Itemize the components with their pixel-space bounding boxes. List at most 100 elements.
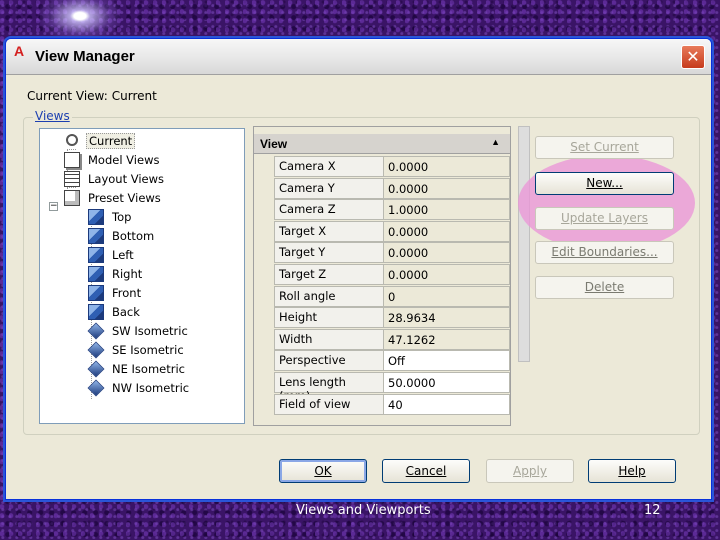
property-value[interactable]: Off [384,350,510,372]
property-row[interactable]: Height 28.9634 [274,307,510,329]
property-key: Camera X [274,156,384,177]
property-row[interactable]: Target Z 0.0000 [274,264,510,285]
cube-icon [88,285,104,301]
properties-category-label: View [260,137,288,151]
properties-scrollbar[interactable] [518,126,530,362]
tree-item-ne-isometric[interactable]: NE Isometric [87,360,187,378]
tree-item-label: SW Isometric [112,324,188,338]
close-button[interactable]: ✕ [681,45,705,69]
property-row[interactable]: Lens length (mm)50.0000 [274,372,510,403]
collapse-arrow-icon[interactable]: ▲ [491,137,500,147]
property-key: Target Y [274,242,384,264]
tree-item-label: SE Isometric [112,343,184,357]
tree-item-back[interactable]: Back [88,303,142,321]
tree-item-current[interactable]: Current [64,132,136,150]
property-row[interactable]: Field of view 40 [274,393,510,415]
property-row[interactable]: Target X 0.0000 [274,220,510,242]
tree-item-right[interactable]: Right [88,265,144,283]
property-value[interactable]: 28.9634 [384,307,510,329]
tree-item-layout-views[interactable]: Layout Views [64,170,166,188]
property-key: Target X [274,220,384,242]
cube-icon [88,304,104,320]
property-row[interactable]: Width 47.1262 [274,328,510,350]
cancel-button[interactable]: Cancel [382,459,470,483]
tree-item-label: Back [112,305,140,319]
layout-views-icon [64,171,80,187]
set-current-button[interactable]: Set Current [535,136,674,159]
help-button[interactable]: Help [588,459,676,483]
tree-item-label: NE Isometric [112,362,185,376]
property-value[interactable]: 0.0000 [384,264,510,285]
tree-item-label: Layout Views [88,172,165,186]
property-value[interactable]: 50.0000 [384,372,510,393]
model-views-icon [64,152,80,168]
tree-item-bottom[interactable]: Bottom [88,227,156,245]
current-view-label: Current View: [27,89,108,103]
slide-page-number: 12 [644,503,661,518]
autocad-app-icon: A [14,43,25,59]
property-value[interactable]: 47.1262 [384,328,510,350]
view-properties-panel: View ▲ Camera X 0.0000 Camera Y 0.0000 Camer… [253,126,511,426]
property-value[interactable]: 0.0000 [384,242,510,264]
tree-item-label: Left [112,248,134,262]
property-key: Field of view [274,393,384,415]
property-key: Width [274,328,384,350]
property-value[interactable]: 0 [384,285,510,307]
property-row[interactable]: Roll angle 0 [274,285,510,307]
tree-item-top[interactable]: Top [88,208,133,226]
property-key: Roll angle [274,285,384,307]
tree-item-sw-isometric[interactable]: SW Isometric [87,322,190,340]
isometric-icon [87,341,105,359]
property-key: Height [274,307,384,329]
tree-item-preset-views[interactable]: Preset Views [64,189,163,207]
property-value[interactable]: 40 [384,393,510,415]
property-value[interactable]: 0.0000 [384,156,510,177]
property-row[interactable]: Camera X 0.0000 [274,156,510,177]
property-value[interactable]: 0.0000 [384,177,510,199]
isometric-icon [87,360,105,378]
title-bar[interactable]: A View Manager ✕ [6,39,711,75]
cube-icon [88,266,104,282]
cube-icon [88,228,104,244]
property-key: Target Z [274,264,384,285]
tree-item-label: Front [112,286,142,300]
property-key: Camera Z [274,199,384,221]
property-value[interactable]: 0.0000 [384,220,510,242]
property-key: Lens length (mm) [274,372,384,403]
views-tree[interactable]: − Current Model Views Layout Views Prese… [39,128,245,424]
tree-item-label: Right [112,267,143,281]
cube-icon [88,209,104,225]
new-view-button[interactable]: New... [535,172,674,195]
preset-views-icon [64,190,80,206]
ok-button[interactable]: OK [279,459,367,483]
magnifier-icon [66,134,78,146]
delete-button[interactable]: Delete [535,276,674,299]
isometric-icon [87,379,105,397]
edit-boundaries-button[interactable]: Edit Boundaries... [535,241,674,264]
property-row[interactable]: Perspective Off [274,350,510,372]
property-value[interactable]: 1.0000 [384,199,510,221]
property-key: Perspective [274,350,384,372]
tree-item-label: Top [112,210,132,224]
apply-button[interactable]: Apply [486,459,574,483]
tree-item-se-isometric[interactable]: SE Isometric [87,341,186,359]
property-row[interactable]: Camera Y 0.0000 [274,177,510,199]
properties-category-header[interactable]: View ▲ [254,134,510,154]
property-row[interactable]: Target Y 0.0000 [274,242,510,264]
update-layers-button[interactable]: Update Layers [535,207,674,230]
tree-item-front[interactable]: Front [88,284,143,302]
current-view-value: Current [111,89,157,103]
slide-caption: Views and Viewports [296,503,431,518]
tree-item-left[interactable]: Left [88,246,136,264]
collapse-toggle-preset-views[interactable]: − [49,202,58,211]
cube-icon [88,247,104,263]
tree-item-model-views[interactable]: Model Views [64,151,161,169]
tree-item-nw-isometric[interactable]: NW Isometric [87,379,191,397]
property-key: Camera Y [274,177,384,199]
tree-item-label: Model Views [88,153,160,167]
decorative-starburst [40,0,120,40]
tree-item-label: Current [86,133,136,149]
tree-item-label: Preset Views [88,191,161,205]
property-row[interactable]: Camera Z 1.0000 [274,199,510,221]
isometric-icon [87,322,105,340]
